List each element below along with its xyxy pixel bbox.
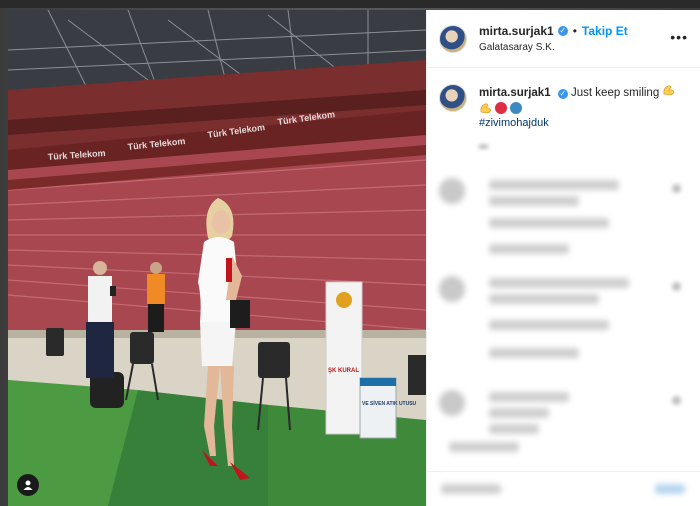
action-bar bbox=[427, 471, 700, 506]
emoji-row bbox=[479, 102, 675, 114]
comment-avatar bbox=[439, 178, 465, 204]
red-circle-emoji bbox=[495, 102, 507, 114]
post-header: mirta.surjak1 ✓ • Takip Et Galatasaray S… bbox=[427, 10, 700, 68]
caption-meta-blurred: ▬ bbox=[479, 140, 488, 150]
caption: mirta.surjak1 ✓ Just keep smiling #zivim… bbox=[427, 68, 700, 154]
author-username[interactable]: mirta.surjak1 bbox=[479, 24, 554, 38]
stadium-photo: Türk Telekom Türk Telekom Türk Telekom T… bbox=[8, 10, 426, 506]
more-options-icon[interactable]: ••• bbox=[670, 30, 688, 44]
caption-text: Just keep smiling bbox=[571, 87, 660, 99]
flexed-biceps-emoji-2 bbox=[480, 103, 492, 114]
separator-dot: • bbox=[572, 24, 577, 38]
comment-avatar bbox=[439, 390, 465, 416]
caption-username[interactable]: mirta.surjak1 bbox=[479, 87, 551, 99]
post-sidebar: mirta.surjak1 ✓ • Takip Et Galatasaray S… bbox=[426, 10, 700, 506]
blue-circle-emoji bbox=[510, 102, 522, 114]
post-photo[interactable]: Türk Telekom Türk Telekom Türk Telekom T… bbox=[8, 10, 426, 506]
user-tag-icon bbox=[23, 480, 33, 490]
author-avatar[interactable] bbox=[439, 24, 467, 53]
sign-text: ŞK KURAL bbox=[328, 368, 359, 374]
caption-verified-badge-icon: ✓ bbox=[557, 89, 568, 99]
user-tag-button[interactable] bbox=[17, 474, 39, 496]
post-modal: Türk Telekom Türk Telekom Türk Telekom T… bbox=[8, 10, 700, 506]
caption-avatar[interactable] bbox=[439, 84, 467, 112]
follow-button[interactable]: Takip Et bbox=[582, 24, 628, 38]
comment-avatar bbox=[439, 276, 465, 302]
top-strip bbox=[0, 0, 700, 8]
location-link[interactable]: Galatasaray S.K. bbox=[479, 42, 628, 53]
bin-text: VE SİVEN ATIK UTUSU bbox=[362, 400, 417, 407]
verified-badge-icon: ✓ bbox=[557, 26, 568, 36]
flexed-biceps-emoji bbox=[663, 85, 675, 96]
hashtag-link[interactable]: #zivimohajduk bbox=[479, 114, 675, 132]
